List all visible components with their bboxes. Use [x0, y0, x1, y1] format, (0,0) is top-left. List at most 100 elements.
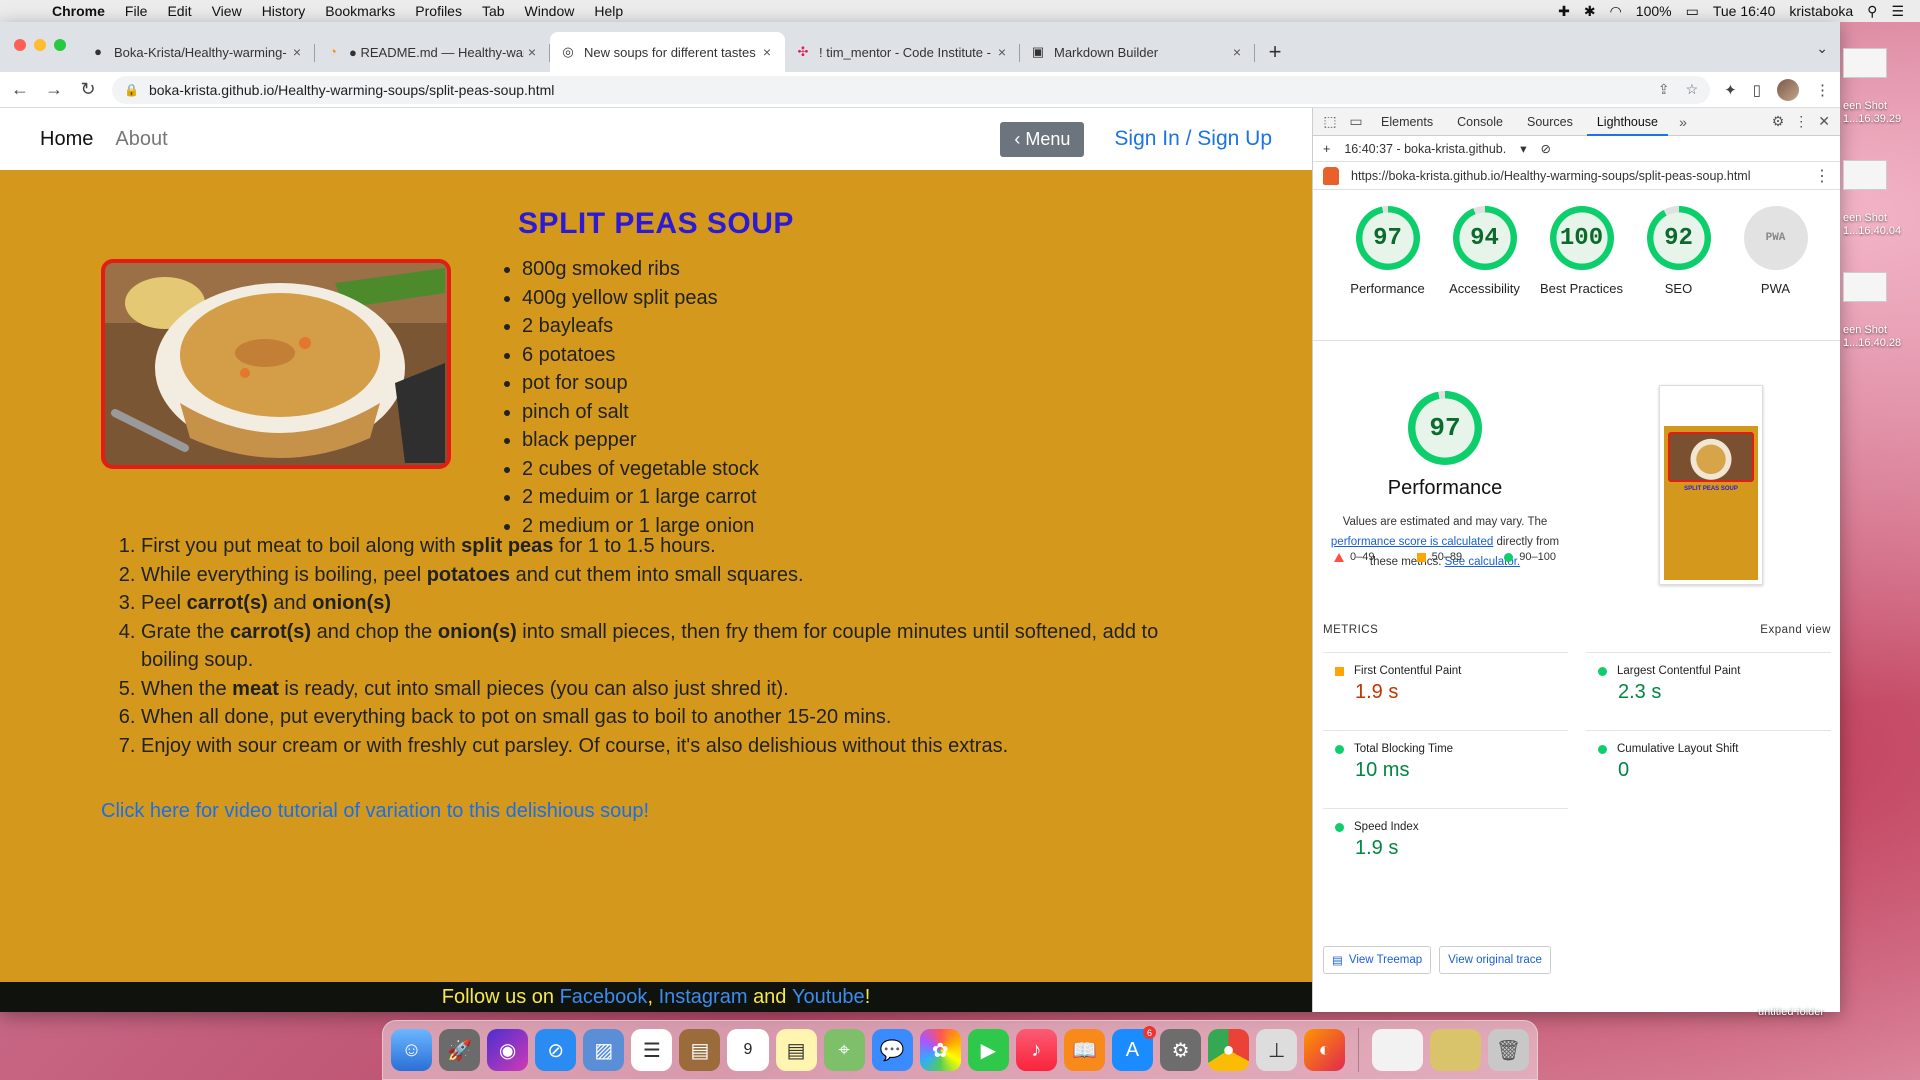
close-tab-icon[interactable]: × — [994, 44, 1010, 60]
desktop-file-screenshot[interactable]: een Shot 1...16.40.04 — [1843, 160, 1920, 238]
view-treemap-button[interactable]: ▤ View Treemap — [1323, 946, 1432, 974]
menu-history[interactable]: History — [252, 3, 316, 19]
minimize-window-button[interactable] — [34, 39, 46, 51]
score-seo[interactable]: 92 SEO — [1630, 206, 1727, 299]
nav-about-link[interactable]: About — [115, 128, 167, 151]
siri-icon[interactable]: ◉ — [487, 1029, 529, 1071]
battery-percent[interactable]: 100% — [1636, 3, 1672, 19]
devtools-kebab-icon[interactable]: ⋮ — [1794, 113, 1808, 130]
tab-new-soups[interactable]: ◎ New soups for different tastes × — [550, 32, 785, 72]
battery-icon[interactable]: ▭ — [1686, 3, 1699, 20]
maps-icon[interactable]: ⌖ — [823, 1029, 865, 1071]
chrome-icon[interactable]: ● — [1208, 1029, 1250, 1071]
menu-button[interactable]: ‹ Menu — [1000, 121, 1085, 157]
menu-app-name[interactable]: Chrome — [42, 3, 115, 19]
back-arrow-icon[interactable]: ← — [10, 79, 30, 100]
score-calculated-link[interactable]: performance score is calculated — [1331, 536, 1493, 548]
contacts-icon[interactable]: ▤ — [679, 1029, 721, 1071]
close-tab-icon[interactable]: × — [524, 44, 540, 60]
preview-icon[interactable]: ▨ — [583, 1029, 625, 1071]
close-tab-icon[interactable]: × — [1229, 44, 1245, 60]
desktop-folder-label[interactable]: untitled folder — [1758, 1006, 1824, 1018]
report-url[interactable]: https://boka-krista.github.io/Healthy-wa… — [1351, 169, 1750, 183]
forward-arrow-icon[interactable]: → — [44, 79, 64, 100]
close-devtools-icon[interactable]: ✕ — [1818, 113, 1830, 130]
address-bar[interactable]: 🔒 boka-krista.github.io/Healthy-warming-… — [112, 75, 1711, 104]
menu-view[interactable]: View — [202, 3, 252, 19]
finder-icon[interactable]: ☺ — [391, 1029, 433, 1071]
score-performance[interactable]: 97 Performance — [1339, 206, 1436, 299]
new-report-plus-icon[interactable]: + — [1323, 142, 1330, 156]
music-icon[interactable]: ♪ — [1015, 1029, 1057, 1071]
photos-icon[interactable]: ✿ — [919, 1029, 961, 1071]
devtools-tab-console[interactable]: Console — [1447, 108, 1513, 136]
books-icon[interactable]: 📖 — [1063, 1029, 1105, 1071]
menu-profiles[interactable]: Profiles — [405, 3, 472, 19]
desktop-file-screenshot[interactable]: een Shot 1...16.40.28 — [1843, 272, 1920, 350]
device-toolbar-icon[interactable]: ▭ — [1345, 113, 1367, 130]
expand-view-toggle[interactable]: Expand view — [1760, 624, 1831, 636]
trash-icon[interactable]: 🗑 — [1487, 1029, 1529, 1071]
instruments-icon[interactable]: ⊥ — [1256, 1029, 1298, 1071]
reload-icon[interactable]: ↻ — [78, 79, 98, 100]
kebab-menu-icon[interactable]: ⋮ — [1815, 81, 1830, 99]
downloads-stack-icon[interactable] — [1372, 1029, 1424, 1071]
extension-status-icon[interactable]: ✚ — [1558, 3, 1570, 20]
facetime-icon[interactable]: ▶ — [967, 1029, 1009, 1071]
safari-icon[interactable]: ⊘ — [535, 1029, 577, 1071]
tab-github[interactable]: ● Boka-Krista/Healthy-warming- × — [80, 32, 315, 72]
score-best-practices[interactable]: 100 Best Practices — [1533, 206, 1630, 299]
menu-help[interactable]: Help — [584, 3, 633, 19]
video-tutorial-link[interactable]: Click here for video tutorial of variati… — [101, 800, 649, 823]
firefox-icon[interactable]: ◐ — [1304, 1029, 1346, 1071]
documents-stack-icon[interactable] — [1430, 1029, 1481, 1071]
wifi-icon[interactable]: ◠ — [1610, 3, 1622, 20]
zoom-window-button[interactable] — [54, 39, 66, 51]
system-preferences-gear-icon[interactable]: ⚙ — [1160, 1029, 1202, 1071]
report-menu-kebab-icon[interactable]: ⋮ — [1814, 166, 1830, 186]
final-screenshot-thumbnail[interactable]: SPLIT PEAS SOUP — [1659, 385, 1763, 585]
calendar-icon[interactable]: 9 — [727, 1029, 769, 1071]
menu-file[interactable]: File — [115, 3, 158, 19]
score-accessibility[interactable]: 94 Accessibility — [1436, 206, 1533, 299]
close-tab-icon[interactable]: × — [759, 44, 775, 60]
reminders-icon[interactable]: ☰ — [631, 1029, 673, 1071]
share-icon[interactable]: ⇪ — [1658, 81, 1670, 98]
inspect-element-icon[interactable]: ⬚ — [1319, 113, 1341, 130]
more-tabs-chevron-icon[interactable]: » — [1672, 114, 1694, 130]
profile-avatar[interactable] — [1777, 78, 1799, 101]
devtools-tab-lighthouse[interactable]: Lighthouse — [1586, 108, 1669, 136]
spotlight-search-icon[interactable]: ⚲ — [1867, 3, 1877, 20]
desktop-file-screenshot[interactable]: een Shot 1...16.39.29 — [1843, 48, 1920, 126]
launchpad-icon[interactable]: 🚀 — [439, 1029, 481, 1071]
notes-icon[interactable]: ▤ — [775, 1029, 817, 1071]
extensions-puzzle-icon[interactable]: ✦ — [1724, 81, 1737, 99]
youtube-link[interactable]: Youtube — [792, 986, 865, 1009]
tab-readme[interactable]: ◔ ● README.md — Healthy-war × — [315, 32, 550, 72]
nav-home-link[interactable]: Home — [40, 128, 93, 151]
close-tab-icon[interactable]: × — [289, 44, 305, 60]
clear-reports-icon[interactable]: ⊘ — [1541, 141, 1551, 156]
tab-slack[interactable]: ✣ ! tim_mentor - Code Institute - × — [785, 32, 1020, 72]
side-panel-icon[interactable]: ▯ — [1753, 81, 1761, 99]
lock-icon[interactable]: 🔒 — [124, 83, 139, 97]
report-selector[interactable]: 16:40:37 - boka-krista.github. — [1344, 142, 1506, 156]
tab-search-chevron-icon[interactable]: ⌄ — [1816, 40, 1828, 57]
instagram-link[interactable]: Instagram — [659, 986, 748, 1009]
bluetooth-icon[interactable]: ✱ — [1584, 3, 1596, 20]
menu-tab[interactable]: Tab — [472, 3, 515, 19]
menu-bookmarks[interactable]: Bookmarks — [315, 3, 405, 19]
bookmark-star-icon[interactable]: ☆ — [1686, 81, 1699, 98]
devtools-tab-elements[interactable]: Elements — [1371, 108, 1443, 136]
messages-icon[interactable]: 💬 — [871, 1029, 913, 1071]
clock[interactable]: Tue 16:40 — [1713, 3, 1776, 19]
tab-markdown-builder[interactable]: ▣ Markdown Builder × — [1020, 32, 1255, 72]
sign-in-link[interactable]: Sign In / Sign Up — [1114, 127, 1272, 151]
facebook-link[interactable]: Facebook — [560, 986, 648, 1009]
close-window-button[interactable] — [14, 39, 26, 51]
user-name[interactable]: kristaboka — [1789, 3, 1853, 19]
score-pwa[interactable]: PWA PWA — [1727, 206, 1824, 299]
report-dropdown-icon[interactable]: ▾ — [1520, 141, 1526, 156]
settings-gear-icon[interactable]: ⚙ — [1772, 113, 1785, 130]
devtools-tab-sources[interactable]: Sources — [1517, 108, 1583, 136]
